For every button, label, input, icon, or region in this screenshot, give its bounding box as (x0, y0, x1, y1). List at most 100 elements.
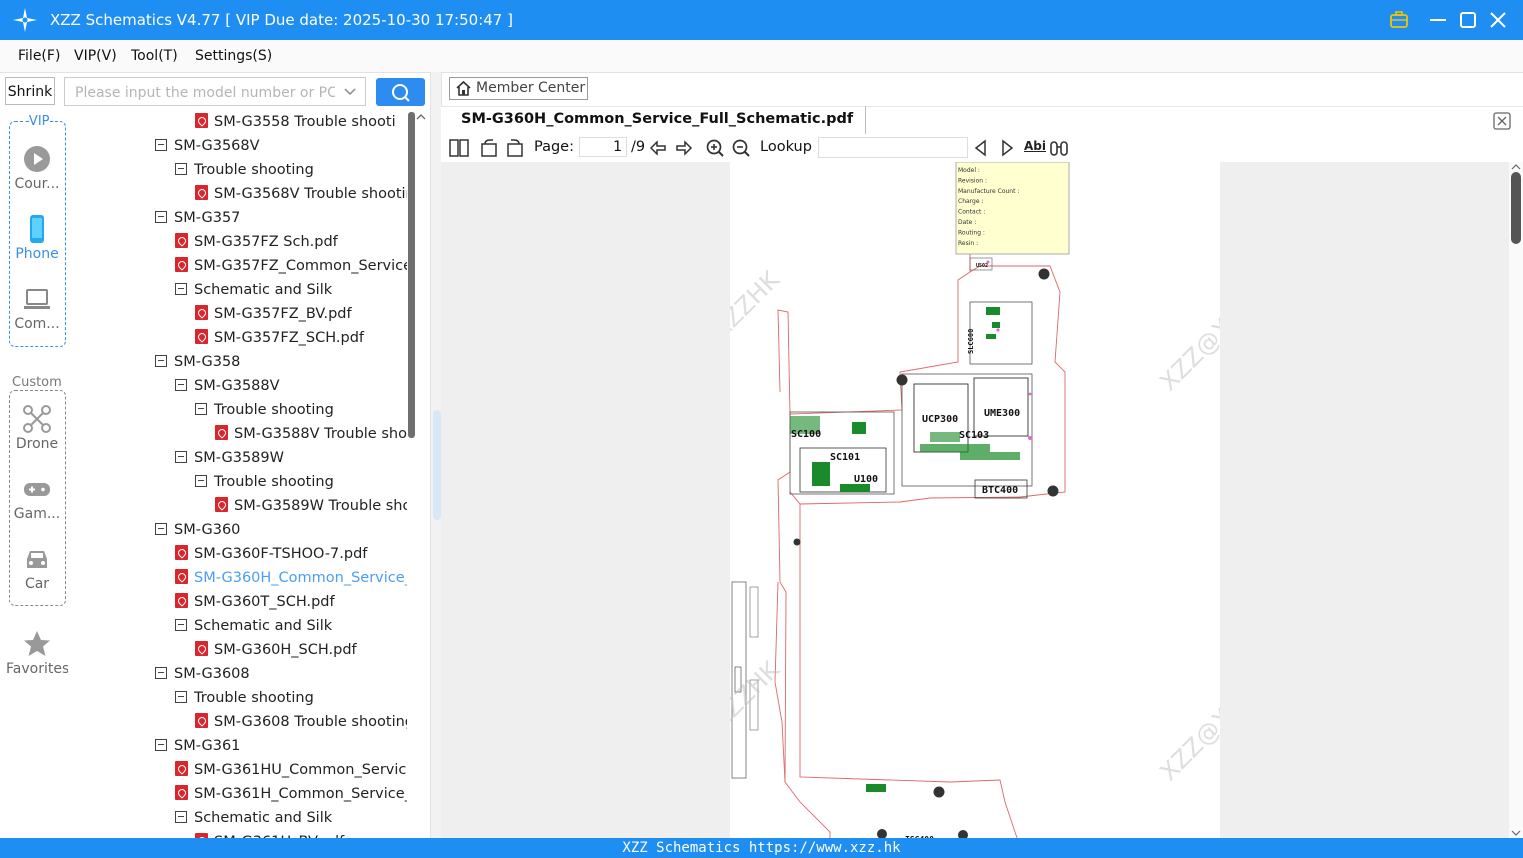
tree-file-item[interactable]: SM-G3558 Trouble shooti (195, 110, 407, 134)
menu-settings[interactable]: Settings(S) (195, 48, 272, 64)
zoom-out-icon[interactable] (731, 138, 751, 158)
rail-item-game[interactable]: Gam... (6, 474, 68, 522)
collapse-icon[interactable] (195, 474, 207, 487)
zoom-in-icon[interactable] (705, 138, 725, 158)
menu-file[interactable]: File(F) (18, 48, 60, 64)
tree-item-label: SM-G361H_Common_Service_Fu (194, 786, 407, 802)
pdf-viewer[interactable]: Model : Revision : Manufacture Count : Char… (441, 162, 1509, 838)
tree-folder-item[interactable]: SM-G358 (155, 350, 407, 374)
tree-file-item[interactable]: SM-G360H_Common_Service_Fu (175, 566, 407, 590)
tree-folder-item[interactable]: SM-G3568V (155, 134, 407, 158)
next-page-icon[interactable] (674, 138, 694, 158)
scroll-up-icon[interactable] (416, 112, 426, 122)
tree-folder-item[interactable]: SM-G360 (155, 518, 407, 542)
collapse-icon[interactable] (155, 522, 167, 535)
prev-page-icon[interactable] (648, 138, 668, 158)
pcb-component-label: BTC400 (982, 485, 1018, 496)
tree-folder-item[interactable]: SM-G361 (155, 734, 407, 758)
tree-folder-item[interactable]: Schematic and Silk (175, 806, 407, 830)
tree-file-item[interactable]: SM-G357FZ_BV.pdf (195, 302, 407, 326)
tree-folder-item[interactable]: Trouble shooting (195, 470, 407, 494)
pcb-info-field: Manufacture Count : (958, 188, 1019, 195)
tree-file-item[interactable]: SM-G360H_SCH.pdf (195, 638, 407, 662)
tree-file-item[interactable]: SM-G3589W Trouble shoo (215, 494, 407, 518)
tree-file-item[interactable]: SM-G3588V Trouble shoo (215, 422, 407, 446)
tab-document[interactable]: SM-G360H_Common_Service_Full_Schematic.p… (449, 106, 867, 134)
tree-folder-item[interactable]: Schematic and Silk (175, 278, 407, 302)
chevron-down-icon[interactable] (343, 85, 357, 99)
tree-folder-item[interactable]: SM-G3588V (175, 374, 407, 398)
collapse-icon[interactable] (155, 138, 167, 151)
rail-item-courses[interactable]: Cour... (6, 144, 68, 192)
tree-file-item[interactable]: SM-G3608 Trouble shooting (195, 710, 407, 734)
rail-item-computer[interactable]: Com... (6, 284, 68, 332)
collapse-icon[interactable] (175, 690, 187, 703)
binoculars-icon[interactable] (1049, 138, 1069, 158)
close-icon[interactable] (1486, 8, 1510, 32)
viewer-scrollbar[interactable] (1509, 162, 1523, 838)
collapse-icon[interactable] (175, 810, 187, 823)
lookup-input[interactable] (818, 137, 968, 158)
briefcase-icon[interactable] (1387, 8, 1411, 32)
collapse-icon[interactable] (175, 450, 187, 463)
rotate-right-icon[interactable] (505, 138, 525, 158)
scroll-up-icon[interactable] (1511, 162, 1521, 172)
tree-folder-item[interactable]: Schematic and Silk (175, 614, 407, 638)
tree-folder-item[interactable]: Trouble shooting (175, 158, 407, 182)
rail-item-phone[interactable]: Phone (6, 214, 68, 262)
pdf-icon (195, 113, 208, 128)
collapse-icon[interactable] (175, 282, 187, 295)
collapse-icon[interactable] (175, 618, 187, 631)
close-tab-icon[interactable] (1492, 111, 1512, 131)
rotate-left-icon[interactable] (479, 138, 499, 158)
tree-folder-item[interactable]: SM-G3589W (175, 446, 407, 470)
tree-file-item[interactable]: SM-G357FZ Sch.pdf (175, 230, 407, 254)
collapse-icon[interactable] (175, 162, 187, 175)
tree-item-label: SM-G357FZ Sch.pdf (194, 234, 338, 250)
menu-vip[interactable]: VIP(V) (74, 48, 117, 64)
collapse-icon[interactable] (155, 666, 167, 679)
collapse-icon[interactable] (155, 354, 167, 367)
tree-file-item[interactable]: SM-G360F-TSHOO-7.pdf (175, 542, 407, 566)
tree-file-item[interactable]: SM-G361HU_Common_Service_ (175, 758, 407, 782)
viewer-scroll-thumb[interactable] (1511, 172, 1521, 244)
tree-file-item[interactable]: SM-G360T_SCH.pdf (175, 590, 407, 614)
collapse-icon[interactable] (195, 402, 207, 415)
phone-icon (30, 215, 44, 243)
match-case-button[interactable]: Abi (1024, 139, 1046, 153)
search-button[interactable] (376, 78, 425, 106)
member-center-button[interactable]: Member Center (449, 77, 588, 100)
two-page-icon[interactable] (449, 138, 469, 158)
rail-item-car[interactable]: Car (6, 544, 68, 592)
tree-file-item[interactable]: SM-G361H_Common_Service_Fu (175, 782, 407, 806)
tree-folder-item[interactable]: Trouble shooting (175, 686, 407, 710)
tree-item-label: Schematic and Silk (194, 810, 333, 826)
minimize-icon[interactable] (1426, 8, 1450, 32)
collapse-icon[interactable] (175, 378, 187, 391)
tree-item-label: SM-G3589W (194, 450, 284, 466)
menu-tool[interactable]: Tool(T) (131, 48, 178, 64)
splitter-handle[interactable] (433, 410, 441, 520)
pdf-icon (195, 185, 208, 200)
collapse-icon[interactable] (155, 210, 167, 223)
tree-file-item[interactable]: SM-G357FZ_Common_Service_F (175, 254, 407, 278)
tree-file-item[interactable]: SM-G3568V Trouble shootin (195, 182, 407, 206)
tree-item-label: SM-G358 (174, 354, 241, 370)
tree-file-item[interactable]: SM-G357FZ_SCH.pdf (195, 326, 407, 350)
maximize-icon[interactable] (1456, 8, 1480, 32)
tree-folder-item[interactable]: SM-G357 (155, 206, 407, 230)
tree-folder-item[interactable]: SM-G3608 (155, 662, 407, 686)
page-number-input[interactable]: 1 (579, 137, 627, 157)
tree-scrollbar[interactable] (408, 112, 415, 438)
shrink-button[interactable]: Shrink (5, 77, 55, 105)
rail-item-drone[interactable]: Drone (6, 404, 68, 452)
tree-folder-item[interactable]: Trouble shooting (195, 398, 407, 422)
find-prev-icon[interactable] (971, 138, 991, 158)
title-bar: XZZ Schematics V4.77 [ VIP Due date: 202… (0, 0, 1523, 40)
tree-file-item[interactable]: SM-G361H_BV.pdf (195, 830, 407, 838)
scroll-down-icon[interactable] (1511, 828, 1521, 838)
collapse-icon[interactable] (155, 738, 167, 751)
find-next-icon[interactable] (997, 138, 1017, 158)
search-input[interactable] (73, 79, 337, 106)
rail-item-favorites[interactable]: Favorites (6, 629, 68, 677)
